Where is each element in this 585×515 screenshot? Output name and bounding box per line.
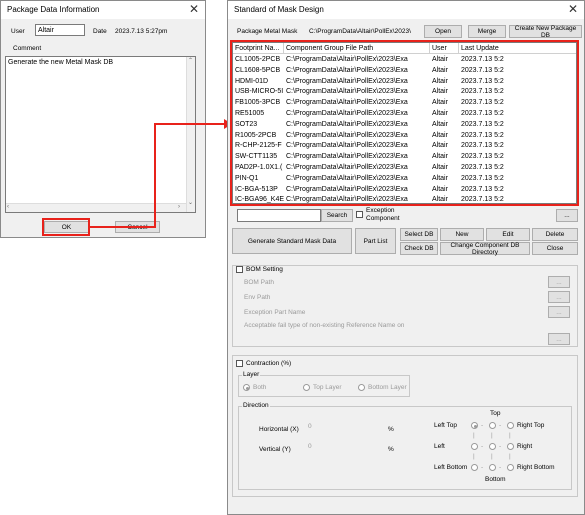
mask-design-dialog: Standard of Mask Design ✕ Package Metal … (227, 0, 585, 515)
right-top-label: Right Top (517, 422, 545, 429)
dash-sep: - (481, 464, 484, 471)
top-layer-radio[interactable] (303, 384, 310, 391)
left-bottom-label: Left Bottom (434, 464, 468, 471)
select-db-button[interactable]: Select DB (400, 228, 438, 241)
merge-button[interactable]: Merge (468, 25, 506, 38)
exception-label: Exception Component (366, 207, 400, 222)
search-button[interactable]: Search (321, 209, 353, 222)
package-path: C:\ProgramData\Altair\PollEx\2023\ (309, 28, 411, 35)
vertical-value[interactable]: 0 (308, 443, 312, 450)
center-radio[interactable] (489, 443, 496, 450)
change-directory-button[interactable]: Change Component DB Directory (440, 242, 530, 256)
bottom-radio[interactable] (489, 464, 496, 471)
right-label: Right (517, 443, 533, 450)
dash-sep: - (499, 422, 502, 429)
bar-sep: | (509, 453, 511, 460)
env-path-browse-button[interactable]: ... (548, 291, 570, 303)
vertical-percent: % (388, 446, 394, 453)
delete-button[interactable]: Delete (532, 228, 578, 241)
bar-sep: | (473, 432, 475, 439)
dash-sep: - (499, 443, 502, 450)
contraction-checkbox[interactable] (236, 360, 243, 367)
vertical-label: Vertical (Y) (259, 446, 291, 453)
top-radio[interactable] (489, 422, 496, 429)
check-db-button[interactable]: Check DB (400, 242, 438, 255)
env-path-label: Env Path (244, 294, 271, 301)
bom-path-label: BOM Path (244, 279, 274, 286)
left-top-label: Left Top (434, 422, 458, 429)
left-top-radio[interactable] (471, 422, 478, 429)
search-input[interactable] (237, 209, 321, 222)
bar-sep: | (491, 432, 493, 439)
horizontal-value[interactable]: 0 (308, 423, 312, 430)
horizontal-label: Horizontal (X) (259, 426, 299, 433)
top-layer-label: Top Layer (313, 384, 342, 391)
bar-sep: | (491, 453, 493, 460)
bar-sep: | (473, 453, 475, 460)
exception-part-label: Exception Part Name (244, 309, 306, 316)
package-label: Package Metal Mask (237, 28, 298, 35)
dialog-title: Standard of Mask Design (234, 5, 324, 14)
layer-label: Layer (242, 371, 261, 378)
both-label: Both (253, 384, 267, 391)
horizontal-percent: % (388, 426, 394, 433)
bottom-label: Bottom (485, 476, 506, 483)
both-radio[interactable] (243, 384, 250, 391)
left-label: Left (434, 443, 445, 450)
table-highlight (230, 40, 579, 206)
right-bottom-radio[interactable] (507, 464, 514, 471)
part-list-button[interactable]: Part List (355, 228, 396, 254)
direction-label: Direction (242, 402, 270, 409)
right-bottom-label: Right Bottom (517, 464, 555, 471)
bom-setting-checkbox[interactable] (236, 266, 243, 273)
bottom-layer-radio[interactable] (358, 384, 365, 391)
right-top-radio[interactable] (507, 422, 514, 429)
create-package-button[interactable]: Create New Package DB (509, 25, 582, 39)
contraction-label: Contraction (%) (246, 360, 292, 367)
new-button[interactable]: New (440, 228, 484, 241)
acceptable-fail-label: Acceptable fail type of non-existing Ref… (244, 322, 405, 329)
bom-path-browse-button[interactable]: ... (548, 276, 570, 288)
dash-sep: - (499, 464, 502, 471)
close-icon[interactable]: ✕ (568, 2, 578, 16)
exception-browse-button[interactable]: ... (556, 209, 578, 222)
close-button[interactable]: Close (532, 242, 578, 255)
left-radio[interactable] (471, 443, 478, 450)
generate-mask-button[interactable]: Generate Standard Mask Data (232, 228, 352, 254)
top-label: Top (490, 410, 501, 417)
bar-sep: | (509, 432, 511, 439)
exception-part-browse-button[interactable]: ... (548, 306, 570, 318)
bom-setting-label: BOM Setting (246, 266, 285, 273)
dash-sep: - (481, 443, 484, 450)
left-bottom-radio[interactable] (471, 464, 478, 471)
edit-button[interactable]: Edit (486, 228, 530, 241)
right-radio[interactable] (507, 443, 514, 450)
acceptable-browse-button[interactable]: ... (548, 333, 570, 345)
exception-checkbox[interactable] (356, 211, 363, 218)
bottom-layer-label: Bottom Layer (368, 384, 407, 391)
open-button[interactable]: Open (424, 25, 462, 38)
dialog-titlebar: Standard of Mask Design ✕ (228, 1, 584, 19)
bom-setting-group (232, 265, 578, 347)
dash-sep: - (481, 422, 484, 429)
